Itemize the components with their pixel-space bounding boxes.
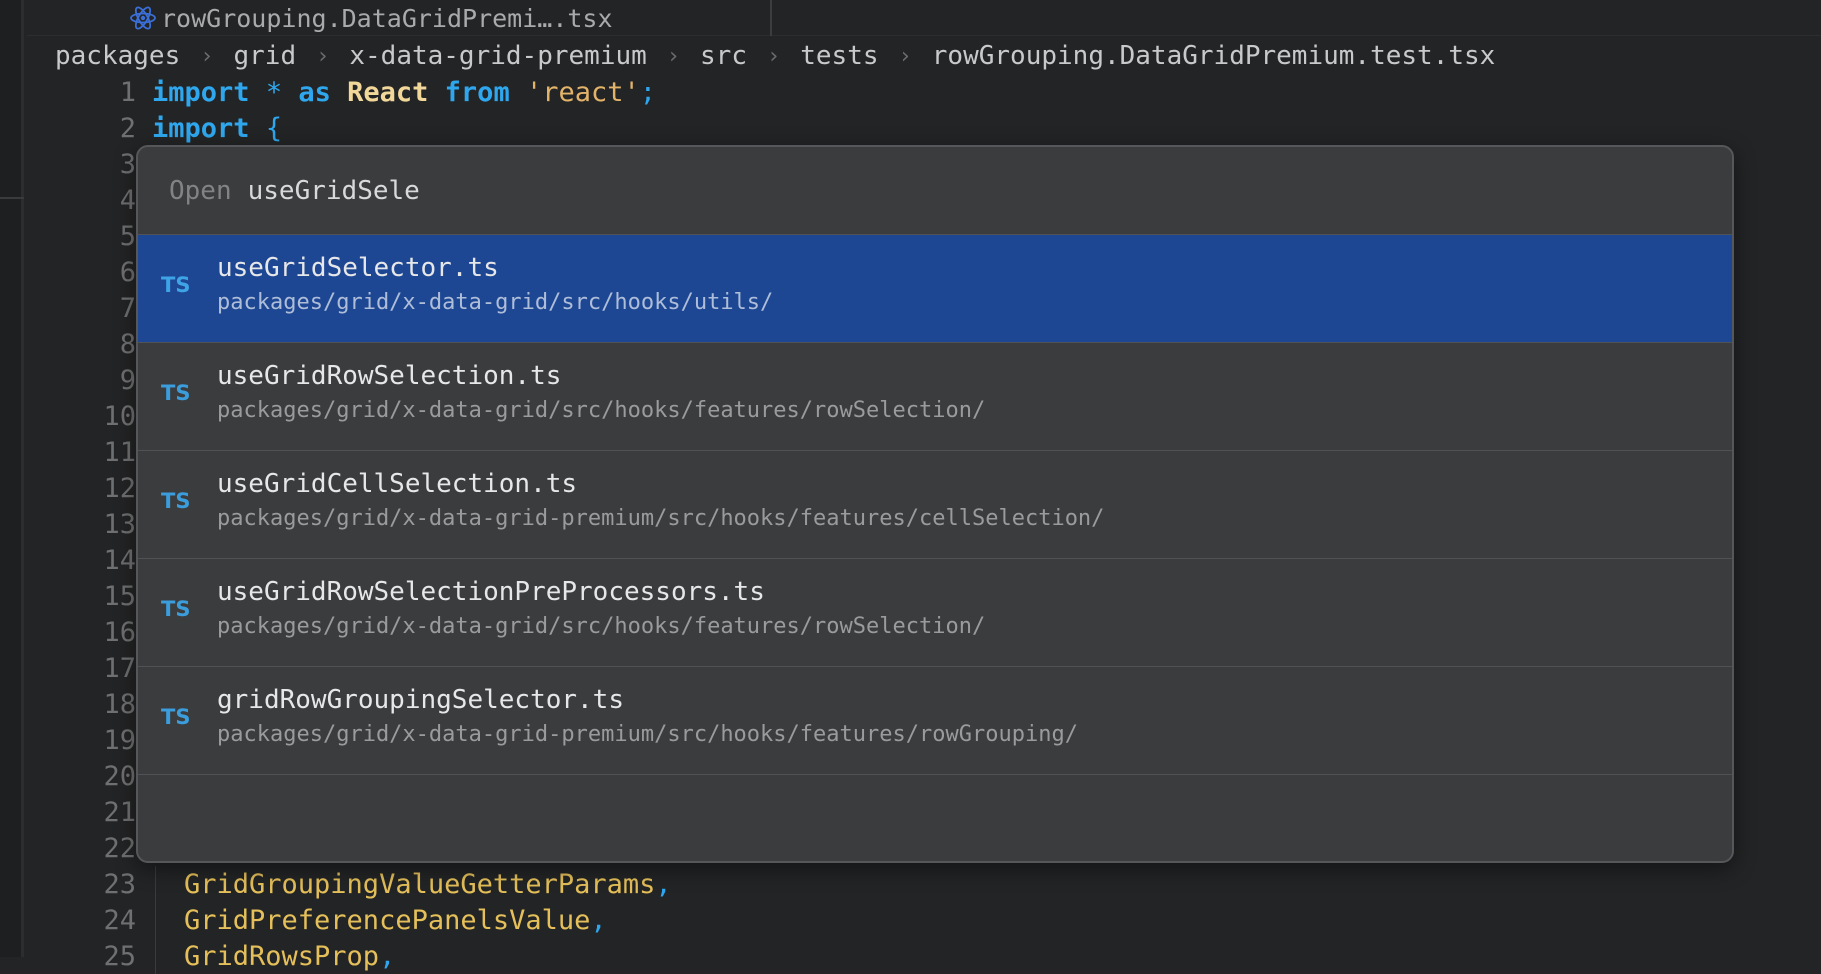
line-number: 4: [27, 185, 136, 216]
semicolon: ;: [640, 77, 656, 108]
line-number: 8: [27, 329, 136, 360]
typescript-icon: TS: [161, 489, 190, 513]
chevron-right-icon: ›: [667, 44, 680, 69]
line-number: 20: [27, 761, 136, 792]
goto-file-popup: Open TS useGridSelector.ts packages/grid…: [136, 145, 1734, 863]
line-number: 6: [27, 257, 136, 288]
line-number: 1: [27, 77, 136, 108]
search-row: Open: [138, 147, 1732, 235]
line-number: 23: [27, 869, 136, 900]
chevron-right-icon: ›: [316, 44, 329, 69]
code-content: GridGroupingValueGetterParams,: [184, 866, 672, 902]
line-number: 13: [27, 509, 136, 540]
tab-bar: rowGrouping.DataGridPremi….tsx: [27, 0, 1821, 36]
line-number: 17: [27, 653, 136, 684]
keyword: import: [152, 113, 250, 144]
line-number: 5: [27, 221, 136, 252]
code-line: 24 GridPreferencePanelsValue,: [27, 902, 1821, 938]
type-name: GridGroupingValueGetterParams: [184, 869, 655, 900]
file-path: packages/grid/x-data-grid-premium/src/ho…: [217, 506, 1104, 531]
indent-guide: [155, 902, 156, 938]
list-item[interactable]: TS useGridRowSelection.ts packages/grid/…: [138, 343, 1732, 451]
line-number: 18: [27, 689, 136, 720]
keyword: as: [298, 77, 331, 108]
line-number: 24: [27, 905, 136, 936]
line-number: 3: [27, 149, 136, 180]
type-name: GridPreferencePanelsValue: [184, 905, 590, 936]
comma: ,: [655, 869, 671, 900]
line-number: 9: [27, 365, 136, 396]
chevron-right-icon: ›: [767, 44, 780, 69]
file-name: useGridCellSelection.ts: [217, 469, 577, 499]
tab-title: rowGrouping.DataGridPremi….tsx: [161, 4, 613, 33]
line-number: 7: [27, 293, 136, 324]
breadcrumb-item[interactable]: packages: [55, 41, 180, 71]
comma: ,: [590, 905, 606, 936]
chevron-right-icon: ›: [899, 44, 912, 69]
code-content: GridRowsProp,: [184, 938, 395, 974]
breadcrumb-item[interactable]: grid: [233, 41, 296, 71]
list-item[interactable]: TS useGridSelector.ts packages/grid/x-da…: [138, 235, 1732, 343]
typescript-icon: TS: [161, 705, 190, 729]
code-line: 25 GridRowsProp,: [27, 938, 1821, 974]
file-name: useGridSelector.ts: [217, 253, 499, 283]
code-content: GridPreferencePanelsValue,: [184, 902, 607, 938]
line-number: 15: [27, 581, 136, 612]
file-path: packages/grid/x-data-grid/src/hooks/util…: [217, 290, 773, 315]
line-number: 12: [27, 473, 136, 504]
breadcrumb-item[interactable]: src: [700, 41, 747, 71]
file-name: useGridRowSelectionPreProcessors.ts: [217, 577, 765, 607]
activity-gutter: [0, 0, 24, 957]
indent-guide: [155, 866, 156, 902]
code-content: import * as React from 'react';: [152, 74, 656, 110]
react-icon: [129, 6, 157, 30]
search-input[interactable]: [248, 176, 1148, 206]
code-line: 2 import {: [27, 110, 1821, 146]
breadcrumb: packages › grid › x-data-grid-premium › …: [55, 38, 1495, 74]
file-name: useGridRowSelection.ts: [217, 361, 561, 391]
brace: {: [266, 113, 282, 144]
comma: ,: [379, 941, 395, 972]
search-label: Open: [169, 176, 232, 206]
list-item[interactable]: TS useGridRowSelectionPreProcessors.ts p…: [138, 559, 1732, 667]
type-name: GridRowsProp: [184, 941, 379, 972]
string-literal: 'react': [526, 77, 640, 108]
line-number: 22: [27, 833, 136, 864]
line-number: 16: [27, 617, 136, 648]
indent-guide: [155, 938, 156, 974]
line-number: 25: [27, 941, 136, 972]
keyword: import: [152, 77, 250, 108]
line-number: 11: [27, 437, 136, 468]
line-number: 21: [27, 797, 136, 828]
line-number: 10: [27, 401, 136, 432]
code-line: 1 import * as React from 'react';: [27, 74, 1821, 110]
editor-tab[interactable]: rowGrouping.DataGridPremi….tsx: [129, 0, 772, 36]
line-number: 19: [27, 725, 136, 756]
breadcrumb-item[interactable]: tests: [800, 41, 878, 71]
breadcrumb-item[interactable]: x-data-grid-premium: [349, 41, 646, 71]
list-item[interactable]: TS useGridCellSelection.ts packages/grid…: [138, 451, 1732, 559]
list-item[interactable]: TS gridRowGroupingSelector.ts packages/g…: [138, 667, 1732, 775]
results-list: TS useGridSelector.ts packages/grid/x-da…: [138, 235, 1732, 775]
identifier: React: [347, 77, 428, 108]
chevron-right-icon: ›: [200, 44, 213, 69]
code-content: import {: [152, 110, 282, 146]
file-name: gridRowGroupingSelector.ts: [217, 685, 624, 715]
typescript-icon: TS: [161, 273, 190, 297]
file-path: packages/grid/x-data-grid/src/hooks/feat…: [217, 614, 985, 639]
operator: *: [266, 77, 282, 108]
file-path: packages/grid/x-data-grid-premium/src/ho…: [217, 722, 1078, 747]
typescript-icon: TS: [161, 381, 190, 405]
gutter-marker: [0, 197, 24, 199]
line-number: 14: [27, 545, 136, 576]
code-line: 23 GridGroupingValueGetterParams,: [27, 866, 1821, 902]
line-number: 2: [27, 113, 136, 144]
file-path: packages/grid/x-data-grid/src/hooks/feat…: [217, 398, 985, 423]
keyword: from: [445, 77, 510, 108]
typescript-icon: TS: [161, 597, 190, 621]
breadcrumb-item[interactable]: rowGrouping.DataGridPremium.test.tsx: [932, 41, 1496, 71]
